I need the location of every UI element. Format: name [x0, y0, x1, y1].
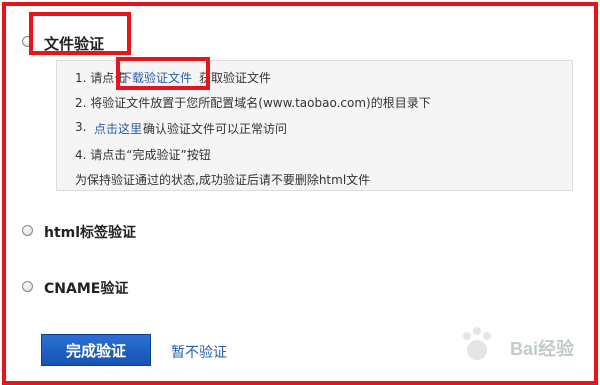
- steps-note: 为保持验证通过的状态,成功验证后请不要删除html文件: [75, 173, 371, 187]
- option-label-cname: CNAME验证: [44, 281, 129, 297]
- complete-verification-button[interactable]: 完成验证: [41, 334, 151, 366]
- radio-cname-verification[interactable]: [22, 281, 33, 292]
- option-label-html: html标签验证: [44, 225, 137, 241]
- click-here-link[interactable]: 点击这里: [94, 120, 142, 137]
- step-4: 4. 请点击“完成验证”按钮: [75, 148, 211, 162]
- baidu-jingyan-watermark: Bai经验: [510, 339, 575, 359]
- step-3-num: 3.: [75, 120, 87, 134]
- step-3-suffix: 确认验证文件可以正常访问: [143, 122, 288, 136]
- step-2: 2. 将验证文件放置于您所配置域名(www.taobao.com)的根目录下: [75, 96, 431, 110]
- highlight-box-download: [116, 57, 210, 90]
- skip-verification-link[interactable]: 暂不验证: [171, 342, 227, 362]
- radio-html-tag-verification[interactable]: [22, 225, 33, 236]
- highlight-box-option: [29, 12, 131, 55]
